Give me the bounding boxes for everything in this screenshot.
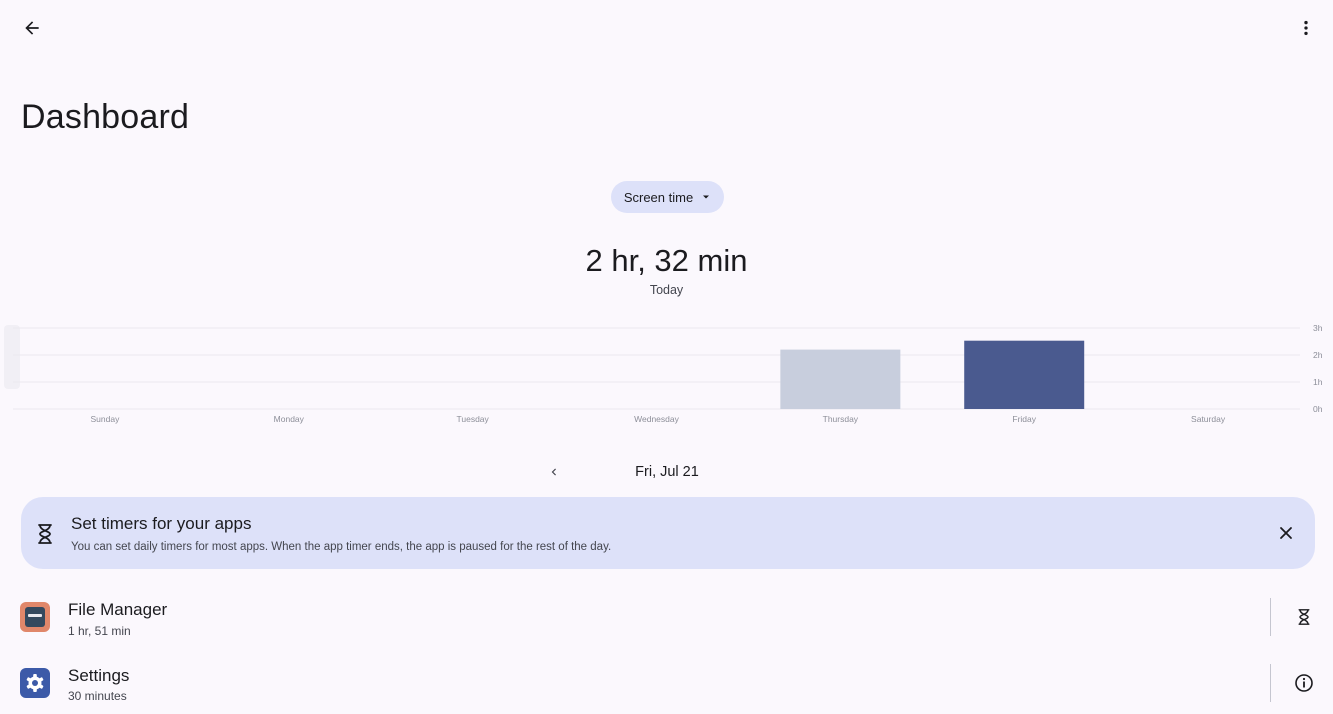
x-tick-label: Tuesday: [456, 414, 489, 424]
arrow-back-icon: [25, 21, 39, 35]
settings-gear-icon: [20, 668, 50, 698]
chevron-left-icon: [551, 468, 556, 476]
tip-title: Set timers for your apps: [71, 514, 252, 533]
row-divider: [1270, 664, 1271, 702]
x-tick-label: Monday: [274, 414, 305, 424]
x-tick-label: Wednesday: [634, 414, 679, 424]
total-period-label: Today: [649, 283, 684, 297]
x-tick-label: Saturday: [1191, 414, 1226, 424]
selected-date: Fri, Jul 21: [635, 464, 699, 480]
app-timers-tip-card[interactable]: Set timers for your apps You can set dai…: [21, 497, 1315, 569]
file-manager-icon: [20, 602, 50, 632]
app-usage: 30 minutes: [68, 689, 127, 703]
chart-bar: [964, 340, 1085, 409]
chart-bar: [780, 349, 901, 409]
row-divider: [1270, 598, 1271, 636]
app-name: Settings: [68, 666, 130, 685]
hourglass-icon: [1298, 609, 1310, 625]
app-name: File Manager: [68, 600, 168, 619]
usage-bar-chart: 3h 2h 1h 0h Sunday Monday Tuesday Wednesday Thur…: [4, 323, 1323, 424]
app-info-button[interactable]: [1290, 669, 1318, 697]
chart-edge-shade: [4, 325, 20, 389]
app-usage: 1 hr, 51 min: [68, 624, 131, 638]
more-vert-icon: [1304, 20, 1308, 36]
x-tick-label: Sunday: [91, 414, 121, 424]
close-icon: [1280, 527, 1292, 539]
metric-selector-chip[interactable]: Screen time: [611, 181, 724, 213]
dismiss-tip-button[interactable]: [1273, 520, 1299, 546]
y-tick-label: 1h: [1313, 377, 1323, 387]
more-options-button[interactable]: [1288, 10, 1324, 46]
total-screen-time: 2 hr, 32 min: [585, 243, 748, 278]
app-row-file-manager[interactable]: File Manager 1 hr, 51 min: [0, 585, 1333, 649]
x-tick-label: Friday: [1012, 414, 1036, 424]
hourglass-icon: [38, 524, 52, 544]
back-button[interactable]: [14, 10, 50, 46]
info-icon: [1295, 674, 1313, 692]
y-tick-label: 3h: [1313, 323, 1323, 333]
previous-day-button[interactable]: [540, 458, 568, 486]
x-tick-label: Thursday: [823, 414, 859, 424]
page-title: Dashboard: [21, 98, 190, 136]
set-timer-button[interactable]: [1290, 603, 1318, 631]
y-tick-label: 2h: [1313, 350, 1323, 360]
app-row-settings[interactable]: Settings 30 minutes: [0, 650, 1333, 714]
dropdown-arrow-icon: [703, 195, 710, 199]
metric-selector-label: Screen time: [623, 189, 694, 205]
tip-description: You can set daily timers for most apps. …: [71, 541, 612, 553]
y-tick-label: 0h: [1313, 404, 1323, 414]
